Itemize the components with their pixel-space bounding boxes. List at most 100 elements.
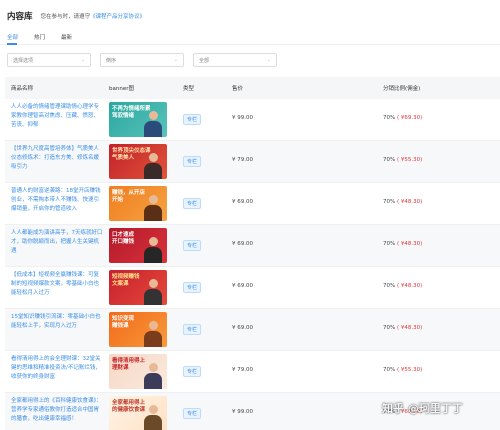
- banner-image: 口才速成 开口赚钱: [109, 228, 167, 263]
- agreement-notice: 您在参与时，请遵守《课程产品分享协议》: [41, 12, 146, 20]
- table-row[interactable]: 看得清用得上的会全理财课：32堂关键的思维和精准投资决/不记账烂钱，收获你的终身…: [5, 351, 500, 393]
- tab-hot[interactable]: 热门: [34, 33, 45, 44]
- commission-amount: ( ¥48.30): [396, 325, 423, 331]
- banner-text: 全家都用得上 的健康饮食课: [112, 400, 146, 413]
- banner-image: 全家都用得上 的健康饮食课: [109, 396, 167, 430]
- commission: 70% ( ¥48.30): [383, 325, 422, 331]
- column-type: 类型: [183, 86, 195, 92]
- notice-prefix: 您在参与时，请遵守: [40, 14, 91, 20]
- watermark: 知乎 @珂里丁丁: [382, 402, 463, 415]
- product-name-link[interactable]: 【低成本】短视频全赢赚钱课：可复制的短视频爆款文案，零基础小白也能轻松月入过万: [11, 271, 103, 298]
- product-name-link[interactable]: 15堂知识赚钱引流课：零基础小白也能轻松上手，实现月入过万: [11, 313, 103, 331]
- scope-select[interactable]: 全部 ⌄: [193, 53, 277, 67]
- agreement-link[interactable]: 《课程产品分享协议》: [90, 14, 145, 20]
- commission-rate: 70%: [383, 157, 396, 163]
- person-figure: [144, 195, 162, 221]
- price: ¥ 69.00: [232, 241, 253, 247]
- commission-amount: ( ¥48.30): [396, 199, 423, 205]
- type-tag: 专栏: [183, 282, 202, 293]
- table-row[interactable]: 【低成本】短视频全赢赚钱课：可复制的短视频爆款文案，零基础小白也能轻松月入过万 …: [5, 267, 500, 309]
- chevron-down-icon: ⌄: [173, 57, 178, 63]
- commission: 70% ( ¥55.30): [383, 367, 422, 373]
- commission-rate: 70%: [383, 115, 396, 121]
- scope-select-value: 全部: [199, 57, 210, 64]
- commission: 70% ( ¥69.30): [383, 115, 422, 121]
- sort-select-value: 倒序: [106, 57, 117, 64]
- table-row[interactable]: 【世界九尺度高管培养体】气质美人仪态修炼术：打造东方美、修炼名媛吸引力 世界顶尖…: [5, 141, 500, 183]
- column-share: 分销比例(佣金): [383, 86, 421, 92]
- product-name-link[interactable]: 看得清用得上的会全理财课：32堂关键的思维和精准投资决/不记账烂钱，收获你的终身…: [11, 355, 103, 382]
- price: ¥ 79.00: [232, 157, 253, 163]
- commission-amount: ( ¥48.30): [396, 241, 423, 247]
- banner-image: 赚钱，从开店 开始: [109, 186, 167, 221]
- banner-image: 不再为情绪所累 驾驭情绪: [109, 102, 167, 137]
- banner-text: 赚钱，从开店 开始: [112, 190, 146, 203]
- commission-rate: 70%: [383, 325, 396, 331]
- commission: 70% ( ¥48.30): [383, 283, 422, 289]
- type-tag: 专栏: [183, 366, 202, 377]
- commission: 70% ( ¥55.30): [383, 157, 422, 163]
- person-figure: [144, 405, 162, 430]
- chevron-down-icon: ⌄: [266, 57, 271, 63]
- type-tag: 专栏: [183, 324, 202, 335]
- person-figure: [144, 321, 162, 347]
- commission: 70% ( ¥48.30): [383, 241, 422, 247]
- page-title: 内容库: [7, 12, 33, 22]
- commission-amount: ( ¥55.30): [396, 367, 423, 373]
- table-row[interactable]: 普通人的财富逆袭路：18堂开店赚钱创业，不需掏本带人不赚钱、快速引爆销量，开启你…: [5, 183, 500, 225]
- price: ¥ 79.00: [232, 367, 253, 373]
- product-name-link[interactable]: 【世界九尺度高管培养体】气质美人仪态修炼术：打造东方美、修炼名媛吸引力: [11, 145, 103, 172]
- product-name-link[interactable]: 普通人的财富逆袭路：18堂开店赚钱创业，不需掏本带人不赚钱、快速引爆销量，开启你…: [11, 187, 103, 214]
- table-row[interactable]: 15堂知识赚钱引流课：零基础小白也能轻松上手，实现月入过万 知识变现 赚钱课 专…: [5, 309, 500, 351]
- price: ¥ 69.00: [232, 283, 253, 289]
- price: ¥ 99.00: [232, 115, 253, 121]
- chevron-down-icon: ⌄: [80, 57, 85, 63]
- type-tag: 专栏: [183, 408, 202, 419]
- type-tag: 专栏: [183, 114, 202, 125]
- tab-bar: 全部 热门 最新: [7, 33, 88, 44]
- column-banner: banner图: [109, 86, 134, 92]
- person-figure: [144, 363, 162, 389]
- table-header: 商品名称 banner图 类型 售价 分销比例(佣金): [5, 77, 500, 99]
- commission-amount: ( ¥48.30): [396, 283, 423, 289]
- category-select-value: 选择选项: [13, 57, 34, 64]
- banner-text: 看得清用得上 理财课: [112, 358, 146, 371]
- person-figure: [144, 111, 162, 137]
- product-name-link[interactable]: 全家都用得上的《百科健康饮食课》：营养学专家通俗教你打造适合中国胃的膳食，吃出健…: [11, 397, 103, 424]
- commission: 70% ( ¥48.30): [383, 199, 422, 205]
- commission-rate: 70%: [383, 241, 396, 247]
- banner-text: 知识变现 赚钱课: [112, 316, 135, 329]
- tab-divider: [0, 44, 500, 45]
- banner-image: 知识变现 赚钱课: [109, 312, 167, 347]
- commission-rate: 70%: [383, 283, 396, 289]
- commission-amount: ( ¥55.30): [396, 157, 423, 163]
- banner-image: 看得清用得上 理财课: [109, 354, 167, 389]
- category-select[interactable]: 选择选项 ⌄: [7, 53, 91, 67]
- table-row[interactable]: 人人都能成为演讲高手，7天练就好口才，助你脱颖而出，把握人生关键机遇 口才速成 …: [5, 225, 500, 267]
- type-tag: 专栏: [183, 198, 202, 209]
- person-figure: [144, 237, 162, 263]
- person-figure: [144, 153, 162, 179]
- column-name: 商品名称: [11, 86, 34, 92]
- banner-text: 口才速成 开口赚钱: [112, 232, 135, 245]
- product-name-link[interactable]: 人人必备的情绪管理课助情心理学专家教你理智高对焦虑、压藏、愤怒、苦丧、抑郁: [11, 103, 103, 130]
- person-figure: [144, 279, 162, 305]
- commission-rate: 70%: [383, 367, 396, 373]
- sort-select[interactable]: 倒序 ⌄: [100, 53, 184, 67]
- type-tag: 专栏: [183, 156, 202, 167]
- commission-amount: ( ¥69.30): [396, 115, 423, 121]
- type-tag: 专栏: [183, 240, 202, 251]
- price: ¥ 99.00: [232, 409, 253, 415]
- commission-rate: 70%: [383, 199, 396, 205]
- table-row[interactable]: 人人必备的情绪管理课助情心理学专家教你理智高对焦虑、压藏、愤怒、苦丧、抑郁 不再…: [5, 99, 500, 141]
- price: ¥ 69.00: [232, 199, 253, 205]
- banner-image: 世界顶尖仪态课 气质美人: [109, 144, 167, 179]
- tab-latest[interactable]: 最新: [61, 33, 72, 44]
- banner-text: 短视频赚钱 文案课: [112, 274, 140, 287]
- column-price: 售价: [232, 86, 244, 92]
- price: ¥ 69.00: [232, 325, 253, 331]
- active-tab-indicator: [7, 43, 17, 45]
- banner-image: 短视频赚钱 文案课: [109, 270, 167, 305]
- product-name-link[interactable]: 人人都能成为演讲高手，7天练就好口才，助你脱颖而出，把握人生关键机遇: [11, 229, 103, 256]
- page-header: 内容库 您在参与时，请遵守《课程产品分享协议》: [7, 9, 145, 23]
